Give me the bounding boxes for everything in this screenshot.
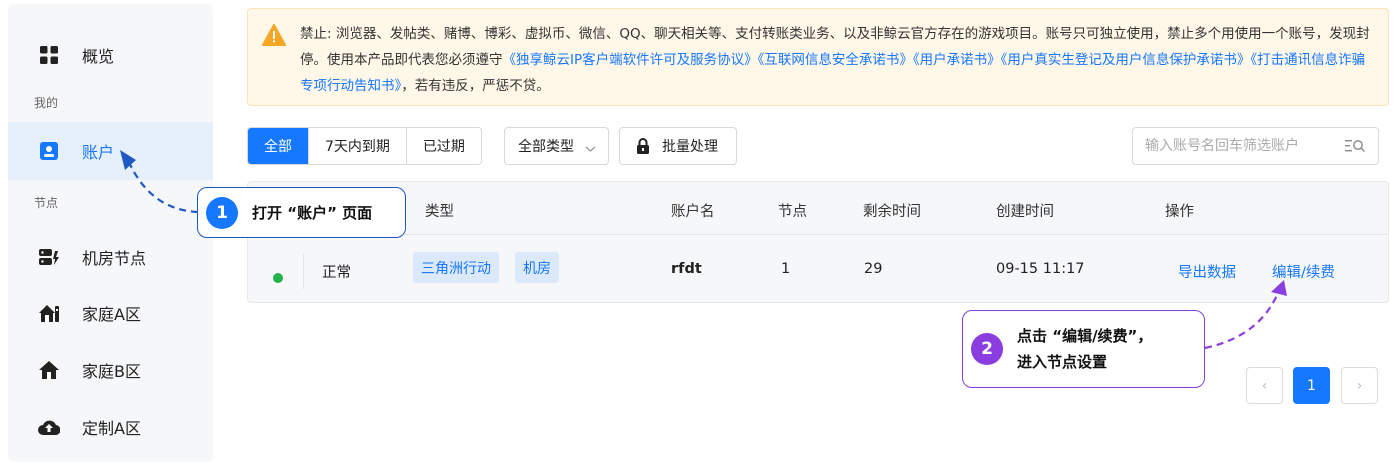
header-account: 账户名: [671, 204, 715, 220]
server-icon: [38, 246, 60, 268]
sidebar-item-overview[interactable]: 概览: [8, 26, 213, 84]
sidebar-item-label: 概览: [82, 47, 115, 66]
sidebar-item-label: 家庭B区: [82, 362, 141, 381]
warning-icon: [262, 24, 286, 46]
status-dot: [273, 273, 283, 283]
header-node: 节点: [778, 204, 807, 220]
sidebar-item-label: 机房节点: [82, 249, 147, 268]
type-select-value: 全部类型: [518, 139, 574, 155]
batch-process-button[interactable]: 批量处理: [619, 127, 737, 165]
callout-text: 打开 “账户” 页面: [252, 204, 373, 222]
callout-step-1: 1 打开 “账户” 页面: [197, 187, 406, 238]
sidebar-item-label: 账户: [82, 143, 115, 162]
account-name: rfdt: [671, 261, 702, 277]
app-root: 概览 我的 账户 节点 机房节点 家庭A区 家庭B区 定制A区 禁止: 浏览器、…: [0, 0, 1400, 467]
sidebar-item-label: 家庭A区: [82, 305, 141, 324]
lock-icon: [636, 138, 650, 154]
callout-step-2: 2 点击 “编辑/续费”， 进入节点设置: [962, 310, 1205, 388]
dashboard-icon: [38, 44, 60, 66]
license-agreement-link[interactable]: 《独享鲸云IP客户端软件许可及服务协议》: [503, 52, 758, 68]
callout-line-1: 点击 “编辑/续费”，: [1017, 327, 1153, 345]
account-card-icon: [38, 140, 60, 162]
type-tag: 机房: [515, 252, 559, 283]
created-time: 09-15 11:17: [996, 261, 1085, 277]
export-data-link[interactable]: 导出数据: [1178, 261, 1236, 282]
sidebar-item-label: 定制A区: [82, 419, 141, 438]
tab-expired[interactable]: 已过期: [405, 128, 481, 164]
pagination-prev[interactable]: ‹: [1246, 367, 1283, 404]
filter-search-icon[interactable]: [1344, 137, 1366, 155]
home-icon: [38, 359, 60, 381]
warning-notice: 禁止: 浏览器、发帖类、赌博、博彩、虚拟币、微信、QQ、聊天相关等、支付转账类业…: [247, 8, 1389, 106]
remaining-time: 29: [864, 261, 883, 277]
sidebar-group-nodes: 节点: [34, 196, 59, 210]
sidebar-item-account[interactable]: 账户: [8, 122, 213, 180]
status-text: 正常: [322, 265, 351, 281]
divider: [303, 253, 304, 289]
sidebar: 概览 我的 账户 节点 机房节点 家庭A区 家庭B区 定制A区: [8, 4, 213, 462]
batch-process-label: 批量处理: [662, 139, 718, 155]
sidebar-item-home-a[interactable]: 家庭A区: [8, 284, 213, 342]
sidebar-item-home-b[interactable]: 家庭B区: [8, 341, 213, 399]
step-badge: 1: [206, 196, 238, 229]
type-select[interactable]: 全部类型: [504, 127, 609, 165]
notice-text-end: ，若有违反，严惩不贷。: [401, 78, 550, 94]
chevron-down-icon: [585, 141, 596, 157]
table-row: 正常 三角洲行动 机房 rfdt 1 29 09-15 11:17 导出数据 编…: [248, 236, 1388, 302]
security-pledge-link[interactable]: 《互联网信息安全承诺书》: [758, 52, 913, 68]
header-actions: 操作: [1165, 204, 1194, 220]
callout-line-2: 进入节点设置: [1017, 353, 1108, 371]
sidebar-item-datacenter-nodes[interactable]: 机房节点: [8, 228, 213, 286]
real-name-pledge-link[interactable]: 《用户真实生登记及用户信息保护承诺书》: [1001, 52, 1251, 68]
pagination-next[interactable]: ›: [1341, 367, 1378, 404]
step-badge: 2: [971, 333, 1003, 365]
account-search-input[interactable]: [1132, 127, 1379, 165]
node-count: 1: [781, 261, 791, 277]
cloud-upload-icon: [38, 416, 60, 438]
header-type: 类型: [425, 204, 454, 220]
user-pledge-link[interactable]: 《用户承诺书》: [913, 52, 1001, 68]
header-created: 创建时间: [996, 204, 1054, 220]
table-header: 类型 账户名 节点 剩余时间 创建时间 操作: [248, 182, 1388, 235]
sidebar-item-custom-a[interactable]: 定制A区: [8, 398, 213, 456]
sidebar-group-mine: 我的: [34, 96, 59, 110]
header-remaining: 剩余时间: [863, 204, 921, 220]
pagination-page-1[interactable]: 1: [1293, 367, 1330, 404]
filter-tabs: 全部 7天内到期 已过期: [247, 127, 482, 165]
home-network-icon: [38, 302, 60, 324]
edit-renew-link[interactable]: 编辑/续费: [1272, 261, 1335, 282]
callout-text: 点击 “编辑/续费”， 进入节点设置: [1017, 323, 1152, 375]
type-tag: 三角洲行动: [413, 252, 499, 283]
tab-all[interactable]: 全部: [248, 128, 308, 164]
accounts-table: 类型 账户名 节点 剩余时间 创建时间 操作 正常 三角洲行动 机房 rfdt …: [247, 181, 1389, 303]
tab-expiring-7-days[interactable]: 7天内到期: [308, 128, 406, 164]
